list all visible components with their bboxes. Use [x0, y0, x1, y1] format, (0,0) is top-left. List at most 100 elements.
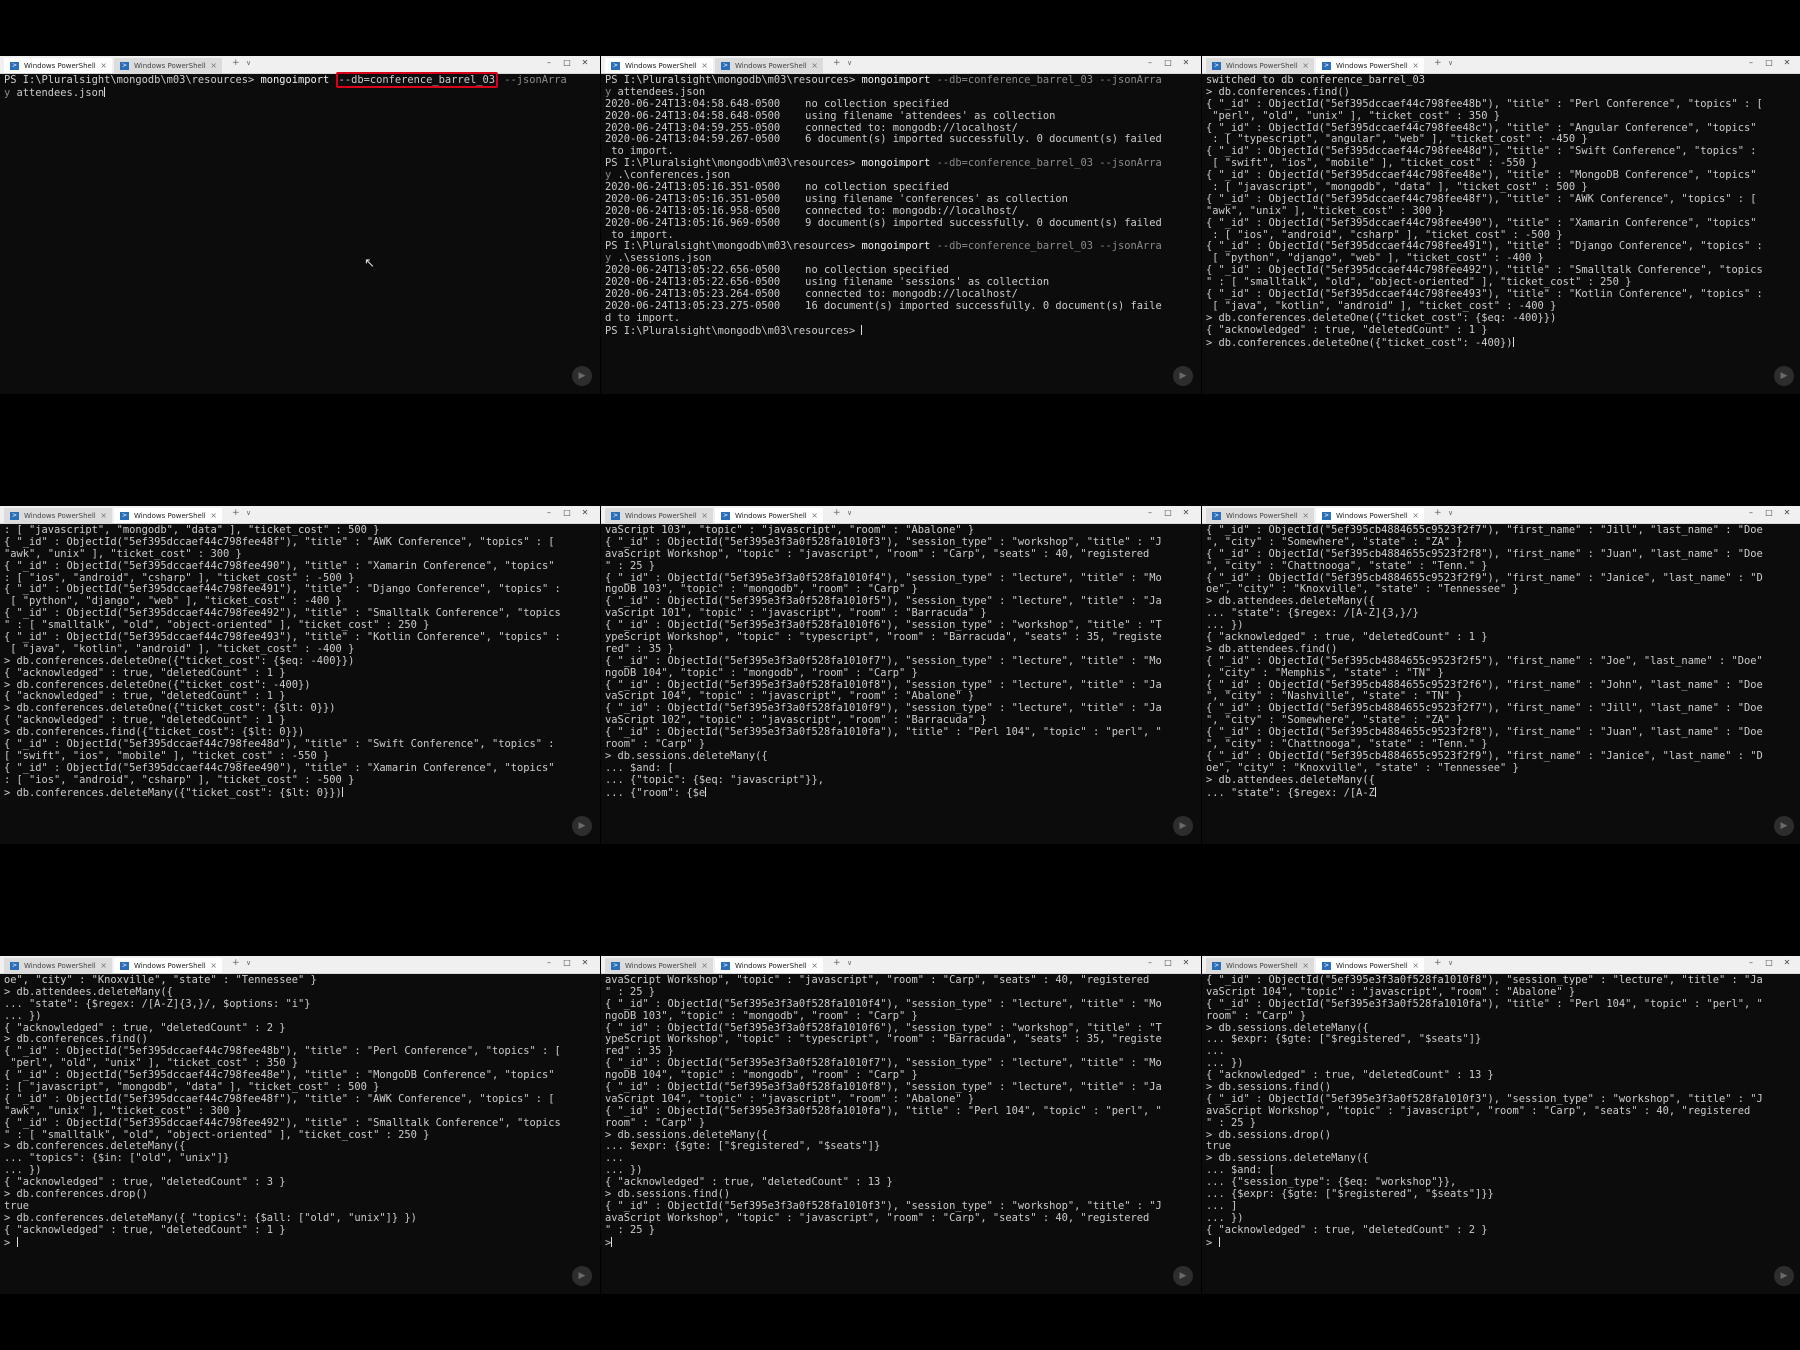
close-window-icon[interactable]: ✕ [576, 958, 594, 967]
record-button-icon[interactable]: ▶ [572, 366, 592, 386]
tab-dropdown-chevron-icon[interactable]: ∨ [246, 59, 251, 67]
close-tab-icon[interactable]: × [1302, 511, 1309, 520]
tab-powershell[interactable]: > Windows PowerShell × [114, 508, 222, 523]
minimize-icon[interactable]: – [1141, 58, 1159, 67]
powershell-icon: > [611, 512, 620, 520]
new-tab-plus-icon[interactable]: + [833, 958, 841, 968]
close-tab-icon[interactable]: × [1412, 961, 1419, 970]
minimize-icon[interactable]: – [1141, 508, 1159, 517]
maximize-icon[interactable]: □ [1760, 508, 1778, 517]
maximize-icon[interactable]: □ [1159, 508, 1177, 517]
close-window-icon[interactable]: ✕ [1177, 58, 1195, 67]
maximize-icon[interactable]: □ [1760, 958, 1778, 967]
tab-powershell[interactable]: > Windows PowerShell × [1316, 508, 1424, 523]
close-tab-icon[interactable]: × [811, 511, 818, 520]
close-tab-icon[interactable]: × [1302, 61, 1309, 70]
terminal-output[interactable]: PS I:\Pluralsight\mongodb\m03\resources>… [4, 72, 596, 394]
tab-powershell[interactable]: > Windows PowerShell × [114, 58, 222, 73]
close-tab-icon[interactable]: × [1412, 61, 1419, 70]
close-window-icon[interactable]: ✕ [576, 58, 594, 67]
record-button-icon[interactable]: ▶ [1173, 1266, 1193, 1286]
new-tab-plus-icon[interactable]: + [232, 58, 240, 68]
tab-dropdown-chevron-icon[interactable]: ∨ [847, 509, 852, 517]
close-tab-icon[interactable]: × [210, 961, 217, 970]
new-tab-plus-icon[interactable]: + [1434, 958, 1442, 968]
record-button-icon[interactable]: ▶ [1173, 816, 1193, 836]
tab-powershell[interactable]: > Windows PowerShell × [1316, 58, 1424, 73]
close-tab-icon[interactable]: × [701, 61, 708, 70]
close-tab-icon[interactable]: × [1412, 511, 1419, 520]
tab-powershell[interactable]: > Windows PowerShell × [605, 508, 713, 523]
tab-powershell[interactable]: > Windows PowerShell × [715, 58, 823, 73]
close-tab-icon[interactable]: × [100, 961, 107, 970]
tab-powershell[interactable]: > Windows PowerShell × [4, 508, 112, 523]
record-button-icon[interactable]: ▶ [572, 816, 592, 836]
record-button-icon[interactable]: ▶ [1173, 366, 1193, 386]
terminal-output[interactable]: switched to db conference_barrel_03 > db.… [1206, 74, 1798, 394]
maximize-icon[interactable]: □ [558, 958, 576, 967]
new-tab-plus-icon[interactable]: + [232, 508, 240, 518]
terminal-output[interactable]: : [ "javascript", "mongodb", "data" ], "… [4, 524, 596, 844]
tab-powershell[interactable]: > Windows PowerShell × [114, 958, 222, 973]
tab-dropdown-chevron-icon[interactable]: ∨ [847, 59, 852, 67]
tab-powershell[interactable]: > Windows PowerShell × [1316, 958, 1424, 973]
tab-powershell[interactable]: > Windows PowerShell × [1206, 958, 1314, 973]
tab-dropdown-chevron-icon[interactable]: ∨ [1448, 59, 1453, 67]
maximize-icon[interactable]: □ [558, 508, 576, 517]
terminal-output[interactable]: { "_id" : ObjectId("5ef395e3f3a0f528fa10… [1206, 974, 1798, 1294]
close-tab-icon[interactable]: × [1302, 961, 1309, 970]
close-tab-icon[interactable]: × [701, 961, 708, 970]
new-tab-plus-icon[interactable]: + [1434, 508, 1442, 518]
tab-powershell[interactable]: > Windows PowerShell × [1206, 508, 1314, 523]
tab-dropdown-chevron-icon[interactable]: ∨ [847, 959, 852, 967]
new-tab-plus-icon[interactable]: + [232, 958, 240, 968]
tab-powershell[interactable]: > Windows PowerShell × [4, 958, 112, 973]
record-button-icon[interactable]: ▶ [1774, 1266, 1794, 1286]
tab-powershell[interactable]: > Windows PowerShell × [4, 58, 112, 73]
terminal-output[interactable]: avaScript Workshop", "topic" : "javascri… [605, 974, 1197, 1294]
close-window-icon[interactable]: ✕ [1778, 958, 1796, 967]
close-tab-icon[interactable]: × [811, 961, 818, 970]
tab-powershell[interactable]: > Windows PowerShell × [1206, 58, 1314, 73]
minimize-icon[interactable]: – [1141, 958, 1159, 967]
tab-dropdown-chevron-icon[interactable]: ∨ [1448, 509, 1453, 517]
minimize-icon[interactable]: – [1742, 958, 1760, 967]
close-tab-icon[interactable]: × [100, 61, 107, 70]
new-tab-plus-icon[interactable]: + [833, 508, 841, 518]
close-window-icon[interactable]: ✕ [1177, 508, 1195, 517]
close-tab-icon[interactable]: × [811, 61, 818, 70]
close-tab-icon[interactable]: × [210, 511, 217, 520]
terminal-output[interactable]: { "_id" : ObjectId("5ef395cb4884655c9523… [1206, 524, 1798, 844]
tab-dropdown-chevron-icon[interactable]: ∨ [246, 509, 251, 517]
tab-powershell[interactable]: > Windows PowerShell × [715, 958, 823, 973]
maximize-icon[interactable]: □ [1760, 58, 1778, 67]
record-button-icon[interactable]: ▶ [1774, 366, 1794, 386]
close-window-icon[interactable]: ✕ [1177, 958, 1195, 967]
close-tab-icon[interactable]: × [100, 511, 107, 520]
tab-powershell[interactable]: > Windows PowerShell × [605, 58, 713, 73]
maximize-icon[interactable]: □ [1159, 58, 1177, 67]
minimize-icon[interactable]: – [540, 58, 558, 67]
tab-dropdown-chevron-icon[interactable]: ∨ [246, 959, 251, 967]
tab-powershell[interactable]: > Windows PowerShell × [715, 508, 823, 523]
tab-dropdown-chevron-icon[interactable]: ∨ [1448, 959, 1453, 967]
maximize-icon[interactable]: □ [1159, 958, 1177, 967]
minimize-icon[interactable]: – [1742, 58, 1760, 67]
minimize-icon[interactable]: – [1742, 508, 1760, 517]
new-tab-plus-icon[interactable]: + [833, 58, 841, 68]
terminal-output[interactable]: vaScript 103", "topic" : "javascript", "… [605, 524, 1197, 844]
close-window-icon[interactable]: ✕ [1778, 508, 1796, 517]
minimize-icon[interactable]: – [540, 958, 558, 967]
close-tab-icon[interactable]: × [210, 61, 217, 70]
terminal-output[interactable]: oe", "city" : "Knoxville", "state" : "Te… [4, 974, 596, 1294]
terminal-output[interactable]: PS I:\Pluralsight\mongodb\m03\resources>… [605, 74, 1197, 394]
maximize-icon[interactable]: □ [558, 58, 576, 67]
close-tab-icon[interactable]: × [701, 511, 708, 520]
record-button-icon[interactable]: ▶ [1774, 816, 1794, 836]
close-window-icon[interactable]: ✕ [1778, 58, 1796, 67]
minimize-icon[interactable]: – [540, 508, 558, 517]
close-window-icon[interactable]: ✕ [576, 508, 594, 517]
new-tab-plus-icon[interactable]: + [1434, 58, 1442, 68]
tab-powershell[interactable]: > Windows PowerShell × [605, 958, 713, 973]
record-button-icon[interactable]: ▶ [572, 1266, 592, 1286]
